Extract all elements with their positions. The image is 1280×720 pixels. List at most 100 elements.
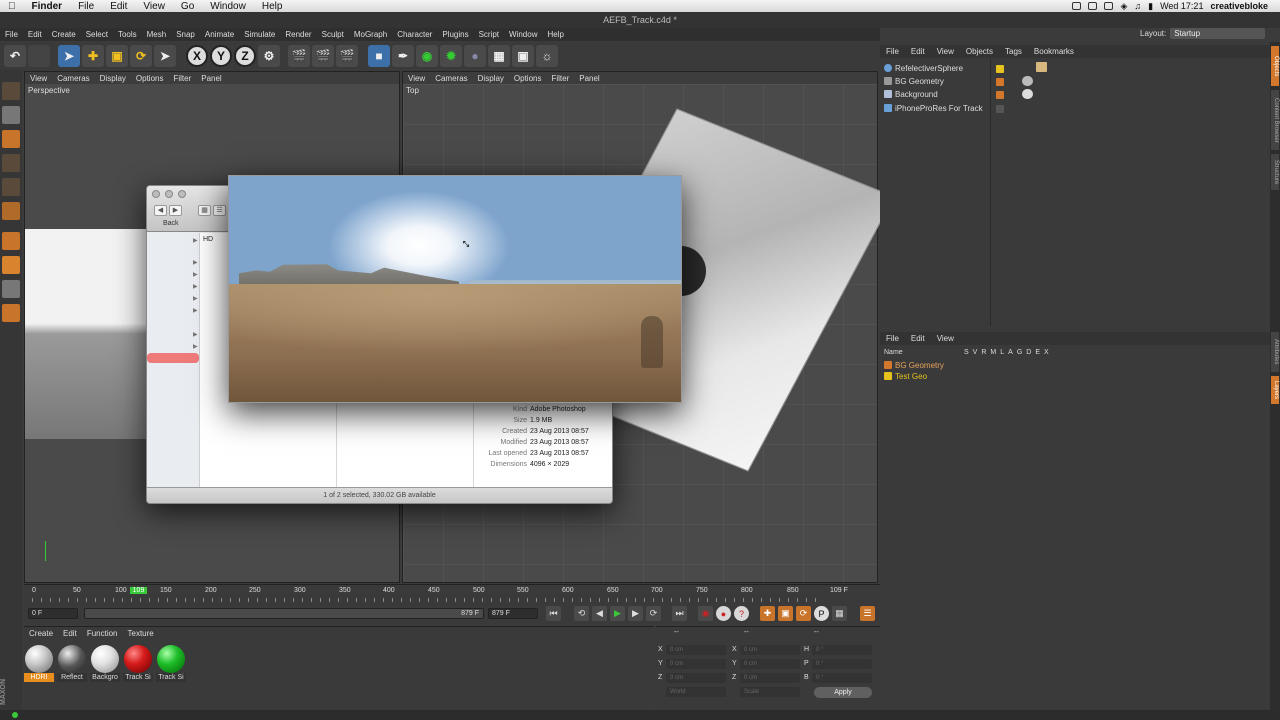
apply-button[interactable]: Apply bbox=[814, 687, 872, 698]
zoom-button[interactable] bbox=[178, 190, 186, 198]
next-frame-icon[interactable]: ▶ bbox=[628, 606, 643, 621]
coord-system-icon[interactable]: ⚙ bbox=[258, 45, 280, 67]
key-param-icon[interactable]: P bbox=[814, 606, 829, 621]
scale-tool-icon[interactable]: ▣ bbox=[106, 45, 128, 67]
object-row[interactable]: Background bbox=[884, 88, 938, 100]
cube-icon[interactable]: ■ bbox=[368, 45, 390, 67]
menu-view[interactable]: View bbox=[135, 1, 173, 12]
disclosure-icon[interactable]: ▶ bbox=[193, 259, 198, 266]
vp-menu-item[interactable]: Display bbox=[473, 74, 509, 83]
tab-layers[interactable]: Layers bbox=[1271, 376, 1279, 404]
pos-x-field[interactable]: 0 cm bbox=[666, 645, 726, 655]
timeline-icon[interactable]: ☰ bbox=[860, 606, 875, 621]
deformer-icon[interactable]: ● bbox=[464, 45, 486, 67]
material-tag-icon[interactable] bbox=[1022, 89, 1033, 99]
vp-menu-item[interactable]: Panel bbox=[196, 74, 226, 83]
vp-menu-item[interactable]: View bbox=[403, 74, 430, 83]
pos-y-field[interactable]: 0 cm bbox=[666, 659, 726, 669]
c4d-menu-item[interactable]: Script bbox=[474, 30, 504, 39]
clock[interactable]: Wed 17:21 bbox=[1160, 1, 1203, 11]
material-swatch[interactable]: Track Si bbox=[123, 645, 153, 682]
c4d-menu-item[interactable]: Sculpt bbox=[317, 30, 349, 39]
volume-icon[interactable]: ♫ bbox=[1134, 1, 1141, 11]
mat-menu-item[interactable]: Edit bbox=[58, 629, 82, 638]
texture-mode-icon[interactable] bbox=[2, 106, 20, 124]
vp-menu-item[interactable]: View bbox=[25, 74, 52, 83]
c4d-menu-item[interactable]: Animate bbox=[200, 30, 239, 39]
record-icon[interactable]: ● bbox=[716, 606, 731, 621]
obj-menu-item[interactable]: Tags bbox=[999, 47, 1028, 56]
status-icon[interactable] bbox=[1088, 2, 1098, 10]
goto-end-icon[interactable]: ⏭ bbox=[672, 606, 687, 621]
disclosure-icon[interactable]: ▶ bbox=[193, 237, 198, 244]
grid-icon[interactable] bbox=[2, 280, 20, 298]
rot-h-field[interactable]: 0 ° bbox=[812, 645, 872, 655]
obj-menu-item[interactable]: Bookmarks bbox=[1028, 47, 1080, 56]
finder-menu[interactable]: Finder bbox=[24, 1, 71, 12]
layer-menu-item[interactable]: Edit bbox=[905, 334, 931, 343]
tab-content-browser[interactable]: Content Browser bbox=[1271, 90, 1279, 150]
material-swatch[interactable]: Reflect bbox=[57, 645, 87, 682]
axis-mode-icon[interactable] bbox=[2, 202, 20, 220]
close-button[interactable] bbox=[152, 190, 160, 198]
coord-mode-dropdown[interactable]: World bbox=[666, 687, 726, 697]
workplane-icon[interactable] bbox=[2, 232, 20, 250]
vp-menu-item[interactable]: Filter bbox=[546, 74, 574, 83]
c4d-menu-item[interactable]: Help bbox=[542, 30, 568, 39]
z-axis-icon[interactable]: Z bbox=[234, 45, 256, 67]
menu-go[interactable]: Go bbox=[173, 1, 202, 12]
c4d-menu-item[interactable]: MoGraph bbox=[349, 30, 392, 39]
key-scale-icon[interactable]: ▣ bbox=[778, 606, 793, 621]
c4d-menu-item[interactable]: Render bbox=[280, 30, 316, 39]
mat-menu-item[interactable]: Texture bbox=[123, 629, 159, 638]
rotate-tool-icon[interactable]: ⟳ bbox=[130, 45, 152, 67]
mat-menu-item[interactable]: Function bbox=[82, 629, 123, 638]
menu-window[interactable]: Window bbox=[202, 1, 254, 12]
key-position-icon[interactable]: ✚ bbox=[760, 606, 775, 621]
coord-scale-dropdown[interactable]: Scale bbox=[740, 687, 800, 697]
material-swatch[interactable]: Track Si bbox=[156, 645, 186, 682]
obj-menu-item[interactable]: File bbox=[880, 47, 905, 56]
end-frame-field[interactable]: 879 F bbox=[488, 608, 538, 619]
battery-icon[interactable]: ▮ bbox=[1148, 1, 1153, 12]
c4d-menu-item[interactable]: Tools bbox=[113, 30, 142, 39]
disclosure-icon[interactable]: ▶ bbox=[193, 331, 198, 338]
tab-objects[interactable]: Objects bbox=[1271, 46, 1279, 86]
status-icon[interactable] bbox=[1104, 2, 1114, 10]
layer-color-tag[interactable] bbox=[996, 65, 1004, 73]
obj-menu-item[interactable]: Edit bbox=[905, 47, 931, 56]
c4d-menu-item[interactable]: Snap bbox=[171, 30, 200, 39]
c4d-menu-item[interactable]: Create bbox=[47, 30, 81, 39]
selected-sidebar-item[interactable] bbox=[147, 353, 199, 363]
playhead[interactable]: 109 bbox=[130, 587, 147, 594]
polygons-mode-icon[interactable] bbox=[2, 178, 20, 196]
lock-icon[interactable] bbox=[2, 304, 20, 322]
model-mode-icon[interactable] bbox=[2, 82, 20, 100]
layer-row[interactable]: Test Geo bbox=[884, 370, 927, 382]
render-view-icon[interactable]: 🎬 bbox=[288, 45, 310, 67]
prev-frame-icon[interactable]: ◀ bbox=[592, 606, 607, 621]
pen-icon[interactable]: ✒ bbox=[392, 45, 414, 67]
object-row[interactable]: RefelectiverSphere bbox=[884, 62, 963, 74]
select-tool-icon[interactable]: ➤ bbox=[58, 45, 80, 67]
tab-attributes[interactable]: Attributes bbox=[1271, 332, 1279, 372]
c4d-menu-item[interactable]: Character bbox=[392, 30, 437, 39]
c4d-menu-item[interactable]: Window bbox=[504, 30, 542, 39]
rot-p-field[interactable]: 0 ° bbox=[812, 659, 872, 669]
rot-b-field[interactable]: 0 ° bbox=[812, 673, 872, 683]
pos-z-field[interactable]: 0 cm bbox=[666, 673, 726, 683]
move-tool-icon[interactable]: ✚ bbox=[82, 45, 104, 67]
edges-mode-icon[interactable] bbox=[2, 154, 20, 172]
key-pla-icon[interactable]: ▦ bbox=[832, 606, 847, 621]
subdivision-icon[interactable]: ◉ bbox=[416, 45, 438, 67]
menu-edit[interactable]: Edit bbox=[102, 1, 135, 12]
x-axis-icon[interactable]: X bbox=[186, 45, 208, 67]
layer-menu-item[interactable]: File bbox=[880, 334, 905, 343]
c4d-menu-item[interactable]: Mesh bbox=[142, 30, 172, 39]
disclosure-icon[interactable]: ▶ bbox=[193, 295, 198, 302]
live-select-icon[interactable]: ➤ bbox=[154, 45, 176, 67]
size-z-field[interactable]: 0 cm bbox=[740, 673, 800, 683]
disclosure-icon[interactable]: ▶ bbox=[193, 283, 198, 290]
menu-help[interactable]: Help bbox=[254, 1, 291, 12]
range-slider[interactable]: 879 F bbox=[84, 608, 484, 619]
